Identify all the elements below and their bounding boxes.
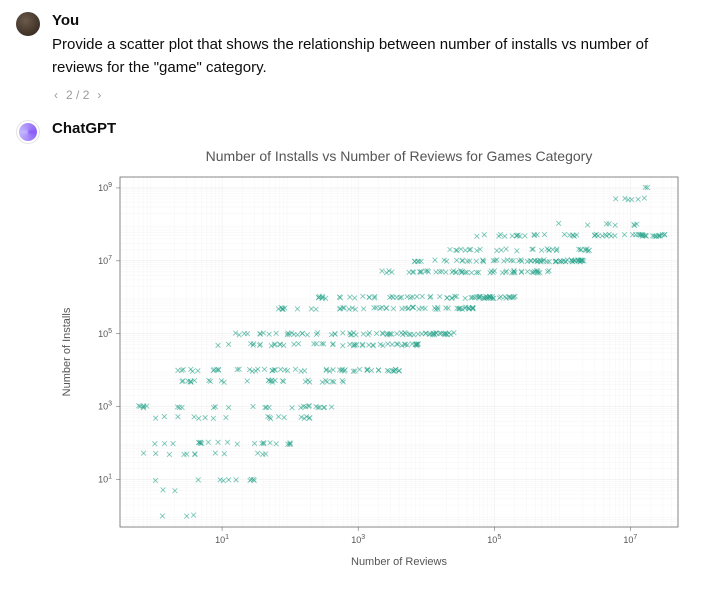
assistant-author-label: ChatGPT [52, 120, 696, 137]
pager-count: 2 / 2 [66, 88, 89, 102]
chart-container: Number of Installs vs Number of Reviews … [52, 145, 692, 575]
user-message-text: Provide a scatter plot that shows the re… [52, 33, 696, 80]
svg-text:107: 107 [623, 534, 637, 545]
svg-text:Number of Installs: Number of Installs [61, 307, 73, 396]
svg-text:105: 105 [487, 534, 501, 545]
pager-next-button[interactable]: › [95, 89, 103, 101]
svg-text:105: 105 [98, 327, 112, 338]
scatter-chart: Number of Installs vs Number of Reviews … [52, 145, 692, 575]
user-avatar [16, 12, 40, 36]
user-author-label: You [52, 12, 696, 29]
svg-text:Number of Installs vs Number o: Number of Installs vs Number of Reviews … [206, 148, 593, 164]
assistant-message: ChatGPT Number of Installs vs Number of … [16, 120, 696, 575]
svg-text:109: 109 [98, 181, 112, 192]
assistant-avatar [16, 120, 40, 144]
chatgpt-logo-icon [19, 123, 37, 141]
user-message-body: You Provide a scatter plot that shows th… [52, 12, 696, 102]
message-pager: ‹ 2 / 2 › [52, 88, 696, 102]
svg-text:101: 101 [215, 534, 229, 545]
user-message: You Provide a scatter plot that shows th… [16, 12, 696, 102]
svg-text:103: 103 [351, 534, 365, 545]
svg-text:Number of Reviews: Number of Reviews [351, 556, 447, 568]
svg-text:107: 107 [98, 254, 112, 265]
pager-current: 2 [66, 88, 73, 102]
svg-text:103: 103 [98, 400, 112, 411]
assistant-message-body: ChatGPT Number of Installs vs Number of … [52, 120, 696, 575]
svg-text:101: 101 [98, 473, 112, 484]
pager-prev-button[interactable]: ‹ [52, 89, 60, 101]
pager-total: 2 [83, 88, 90, 102]
